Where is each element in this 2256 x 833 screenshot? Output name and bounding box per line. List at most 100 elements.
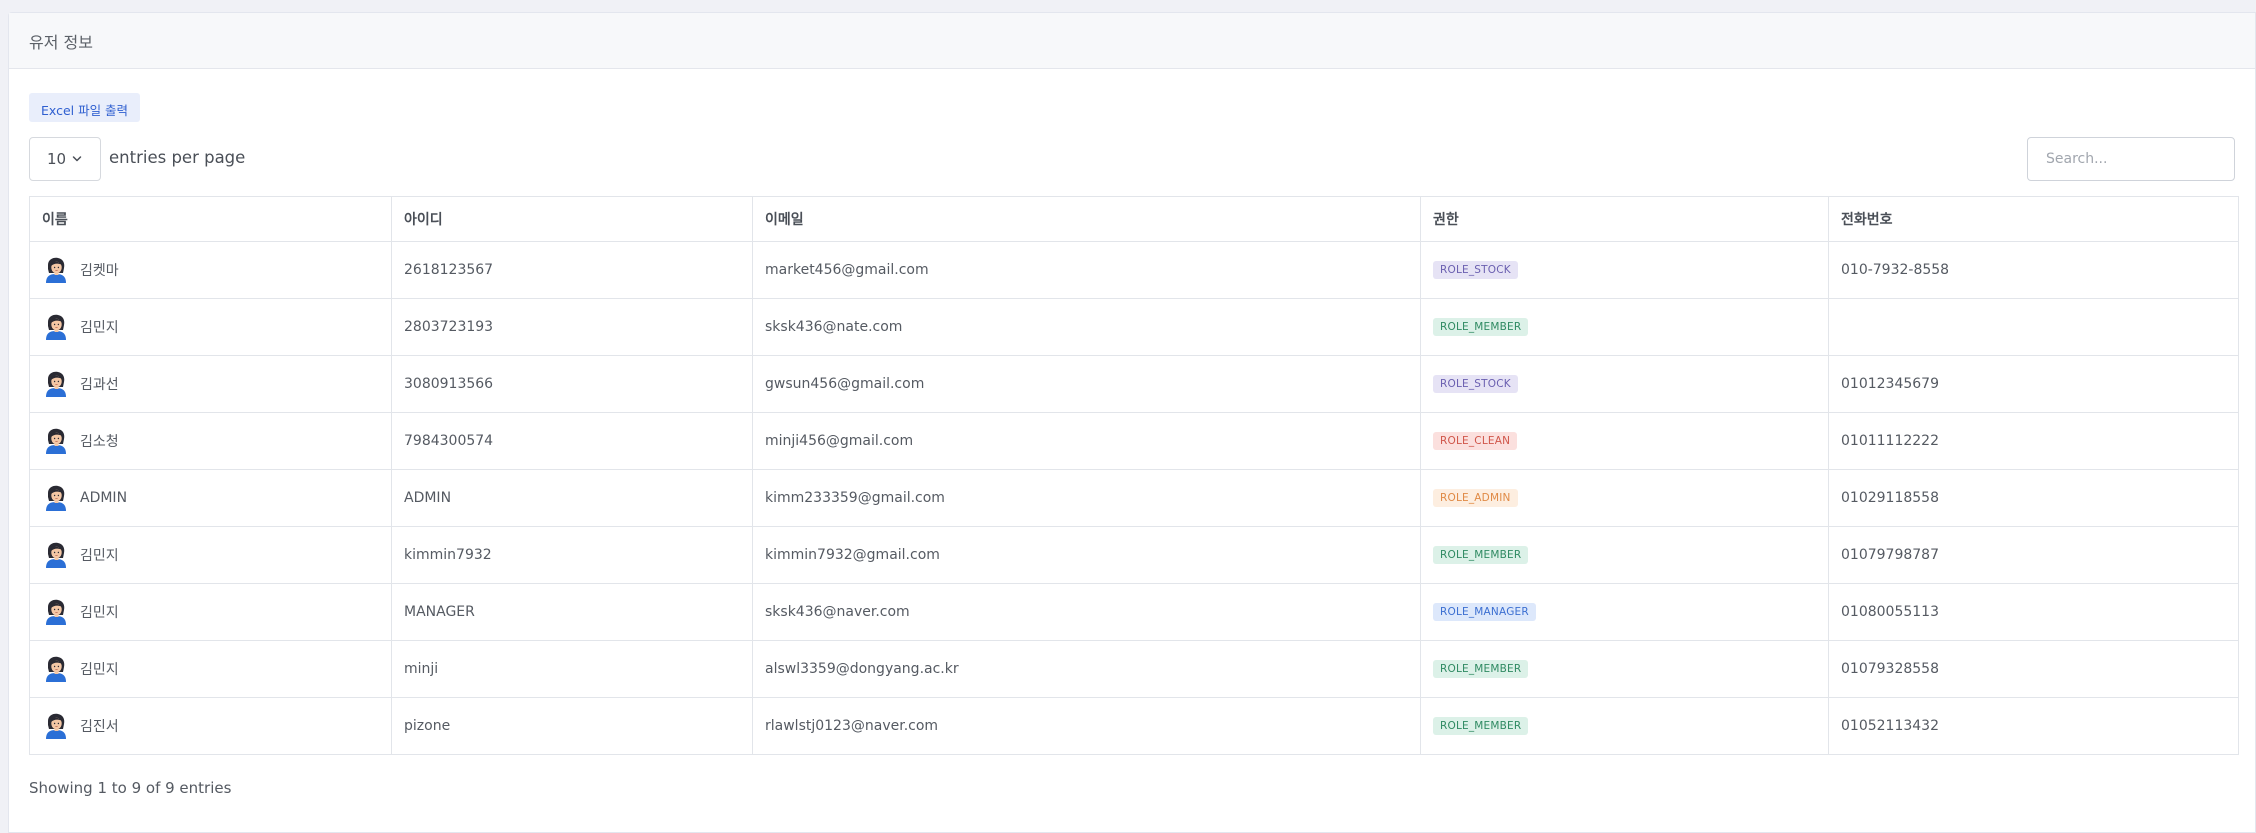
cell-email: kimmin7932@gmail.com — [752, 526, 1421, 584]
user-name: ADMIN — [80, 490, 128, 506]
cell-id: ADMIN — [391, 469, 753, 527]
user-avatar-icon — [42, 655, 70, 683]
table-row[interactable]: 김소청 7984300574 minji456@gmail.com ROLE_C… — [29, 412, 2239, 470]
cell-phone: 01080055113 — [1828, 583, 2239, 641]
user-avatar-icon — [42, 427, 70, 455]
role-badge: ROLE_MEMBER — [1433, 660, 1529, 678]
cell-role: ROLE_MEMBER — [1420, 298, 1829, 356]
cell-phone: 01052113432 — [1828, 697, 2239, 755]
user-name: 김소청 — [80, 434, 119, 450]
cell-role: ROLE_CLEAN — [1420, 412, 1829, 470]
role-badge: ROLE_ADMIN — [1433, 489, 1518, 507]
cell-id: pizone — [391, 697, 753, 755]
user-info-card: 유저 정보 Excel 파일 출력 10 entries per page 이름… — [8, 12, 2256, 833]
table-row[interactable]: 김민지 2803723193 sksk436@nate.com ROLE_MEM… — [29, 298, 2239, 356]
name-cell: 김과선 — [42, 370, 391, 398]
cell-role: ROLE_STOCK — [1420, 241, 1829, 299]
role-badge: ROLE_MEMBER — [1433, 318, 1529, 336]
excel-export-button[interactable]: Excel 파일 출력 — [29, 93, 141, 122]
user-name: 김진서 — [80, 719, 119, 735]
table-row[interactable]: 김진서 pizone rlawlstj0123@naver.com ROLE_M… — [29, 697, 2239, 755]
role-badge: ROLE_MEMBER — [1433, 717, 1529, 735]
table-row[interactable]: ADMIN ADMIN kimm233359@gmail.com ROLE_AD… — [29, 469, 2239, 527]
role-badge: ROLE_MANAGER — [1433, 603, 1536, 621]
users-table: 이름 아이디 이메일 권한 전화번호 김켓마 2618123567 market… — [29, 196, 2239, 755]
cell-phone: 01011112222 — [1828, 412, 2239, 470]
cell-name: 김소청 — [29, 412, 392, 470]
table-row[interactable]: 김민지 minji alswl3359@dongyang.ac.kr ROLE_… — [29, 640, 2239, 698]
name-cell: 김민지 — [42, 655, 391, 683]
cell-email: market456@gmail.com — [752, 241, 1421, 299]
user-name: 김켓마 — [80, 263, 119, 279]
column-header-id[interactable]: 아이디 — [391, 196, 753, 242]
user-name: 김민지 — [80, 605, 119, 621]
cell-name: 김민지 — [29, 640, 392, 698]
table-row[interactable]: 김민지 MANAGER sksk436@naver.com ROLE_MANAG… — [29, 583, 2239, 641]
cell-role: ROLE_ADMIN — [1420, 469, 1829, 527]
card-body: Excel 파일 출력 10 entries per page 이름 아이디 이… — [9, 69, 2255, 797]
role-badge: ROLE_STOCK — [1433, 261, 1518, 279]
cell-id: 7984300574 — [391, 412, 753, 470]
cell-email: kimm233359@gmail.com — [752, 469, 1421, 527]
cell-email: alswl3359@dongyang.ac.kr — [752, 640, 1421, 698]
pagination-info: Showing 1 to 9 of 9 entries — [29, 779, 232, 797]
name-cell: ADMIN — [42, 484, 391, 512]
table-row[interactable]: 김민지 kimmin7932 kimmin7932@gmail.com ROLE… — [29, 526, 2239, 584]
table-body: 김켓마 2618123567 market456@gmail.com ROLE_… — [29, 241, 2239, 755]
page-title: 유저 정보 — [29, 32, 93, 52]
cell-role: ROLE_MEMBER — [1420, 640, 1829, 698]
user-avatar-icon — [42, 256, 70, 284]
user-name: 김민지 — [80, 662, 119, 678]
chevron-down-icon — [72, 156, 82, 162]
table-row[interactable]: 김과선 3080913566 gwsun456@gmail.com ROLE_S… — [29, 355, 2239, 413]
role-badge: ROLE_CLEAN — [1433, 432, 1518, 450]
user-avatar-icon — [42, 313, 70, 341]
cell-email: rlawlstj0123@naver.com — [752, 697, 1421, 755]
column-header-phone[interactable]: 전화번호 — [1828, 196, 2239, 242]
column-header-email[interactable]: 이메일 — [752, 196, 1421, 242]
per-page-label: entries per page — [109, 148, 246, 167]
cell-name: 김진서 — [29, 697, 392, 755]
table-row[interactable]: 김켓마 2618123567 market456@gmail.com ROLE_… — [29, 241, 2239, 299]
column-header-role[interactable]: 권한 — [1420, 196, 1829, 242]
per-page-select[interactable]: 10 — [29, 137, 101, 181]
user-avatar-icon — [42, 598, 70, 626]
cell-name: ADMIN — [29, 469, 392, 527]
cell-email: minji456@gmail.com — [752, 412, 1421, 470]
table-header-row: 이름 아이디 이메일 권한 전화번호 — [29, 196, 2239, 242]
cell-email: gwsun456@gmail.com — [752, 355, 1421, 413]
user-avatar-icon — [42, 484, 70, 512]
cell-id: 2803723193 — [391, 298, 753, 356]
cell-phone: 01012345679 — [1828, 355, 2239, 413]
cell-phone: 01029118558 — [1828, 469, 2239, 527]
cell-name: 김민지 — [29, 583, 392, 641]
column-header-name[interactable]: 이름 — [29, 196, 392, 242]
name-cell: 김진서 — [42, 712, 391, 740]
cell-id: minji — [391, 640, 753, 698]
cell-email: sksk436@nate.com — [752, 298, 1421, 356]
per-page-value: 10 — [47, 150, 67, 168]
cell-role: ROLE_MEMBER — [1420, 526, 1829, 584]
cell-phone: 01079328558 — [1828, 640, 2239, 698]
user-name: 김민지 — [80, 320, 119, 336]
cell-role: ROLE_MANAGER — [1420, 583, 1829, 641]
user-avatar-icon — [42, 370, 70, 398]
role-badge: ROLE_STOCK — [1433, 375, 1518, 393]
user-name: 김과선 — [80, 377, 119, 393]
role-badge: ROLE_MEMBER — [1433, 546, 1529, 564]
cell-role: ROLE_MEMBER — [1420, 697, 1829, 755]
cell-name: 김민지 — [29, 298, 392, 356]
cell-name: 김과선 — [29, 355, 392, 413]
cell-name: 김켓마 — [29, 241, 392, 299]
name-cell: 김민지 — [42, 313, 391, 341]
table-controls: 10 entries per page — [29, 137, 2235, 181]
cell-id: MANAGER — [391, 583, 753, 641]
cell-role: ROLE_STOCK — [1420, 355, 1829, 413]
cell-name: 김민지 — [29, 526, 392, 584]
name-cell: 김소청 — [42, 427, 391, 455]
user-name: 김민지 — [80, 548, 119, 564]
cell-email: sksk436@naver.com — [752, 583, 1421, 641]
card-header: 유저 정보 — [9, 13, 2255, 69]
search-input[interactable] — [2027, 137, 2235, 181]
name-cell: 김켓마 — [42, 256, 391, 284]
